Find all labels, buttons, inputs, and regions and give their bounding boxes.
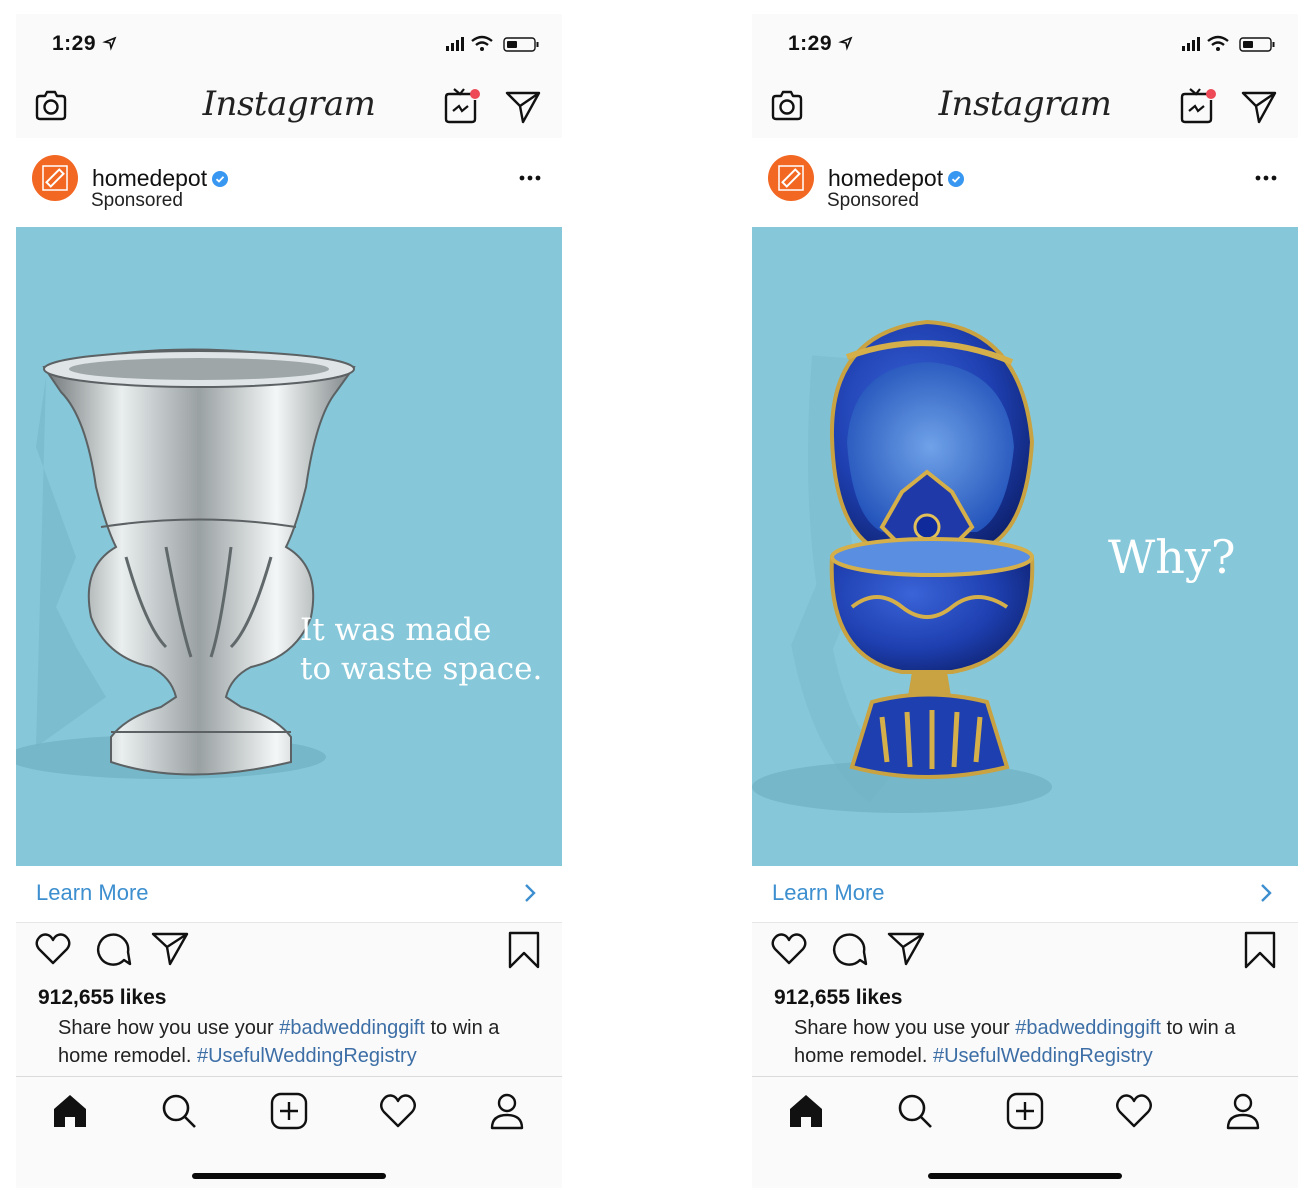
learn-more-link[interactable]: Learn More xyxy=(772,880,885,906)
crystal-urn-image xyxy=(16,348,356,779)
instagram-wordmark: Instagram xyxy=(938,84,1112,124)
home-icon[interactable] xyxy=(786,1091,826,1131)
search-icon[interactable] xyxy=(159,1091,199,1131)
instagram-wordmark: Instagram xyxy=(202,84,376,124)
username-row: homedepot xyxy=(92,165,229,192)
ad-image[interactable]: It was made to waste space. xyxy=(16,227,562,866)
more-icon[interactable] xyxy=(1252,172,1280,184)
username[interactable]: homedepot xyxy=(92,165,207,192)
top-bar: Instagram xyxy=(16,76,562,139)
learn-more-bar[interactable]: Learn More xyxy=(752,866,1298,923)
username[interactable]: homedepot xyxy=(828,165,943,192)
chevron-right-icon xyxy=(525,884,536,902)
hashtag-link[interactable]: #badweddinggift xyxy=(1015,1017,1161,1039)
bookmark-icon[interactable] xyxy=(1242,930,1278,970)
hashtag-link[interactable]: #badweddinggift xyxy=(279,1017,425,1039)
post-header: homedepot Sponsored xyxy=(752,138,1298,228)
more-icon[interactable] xyxy=(516,172,544,184)
activity-icon[interactable] xyxy=(1114,1091,1154,1131)
hashtag-link[interactable]: #UsefulWeddingRegistry xyxy=(933,1045,1153,1067)
ad-image[interactable]: Why? xyxy=(752,227,1298,866)
chevron-right-icon xyxy=(1261,884,1272,902)
add-icon[interactable] xyxy=(269,1091,309,1131)
share-icon[interactable] xyxy=(150,930,190,968)
direct-icon[interactable] xyxy=(1240,88,1278,126)
share-icon[interactable] xyxy=(886,930,926,968)
igtv-icon[interactable] xyxy=(1178,86,1218,126)
location-icon xyxy=(102,36,117,51)
caption: Share how you use your #badweddinggift t… xyxy=(794,1014,1274,1070)
likes-count[interactable]: 912,655 likes xyxy=(38,986,166,1010)
search-icon[interactable] xyxy=(895,1091,935,1131)
hashtag-link[interactable]: #UsefulWeddingRegistry xyxy=(197,1045,417,1067)
direct-icon[interactable] xyxy=(504,88,542,126)
signal-wifi-battery-icons xyxy=(446,35,539,52)
comment-icon[interactable] xyxy=(830,930,868,968)
homedepot-avatar[interactable] xyxy=(32,155,78,201)
phone-screen-left: 1:29 Instagram homedepot Sponsored It wa… xyxy=(16,14,562,1188)
post-actions xyxy=(752,930,1298,974)
verified-icon xyxy=(212,170,229,187)
bottom-tab-bar xyxy=(752,1076,1298,1149)
location-icon xyxy=(838,36,853,51)
ad-headline-line1: Why? xyxy=(1108,530,1236,584)
caption-text: Share how you use your xyxy=(794,1017,1016,1039)
ad-headline: It was made to waste space. xyxy=(300,611,542,689)
profile-icon[interactable] xyxy=(1223,1091,1263,1131)
username-row: homedepot xyxy=(828,165,965,192)
ad-headline: Why? xyxy=(1108,529,1236,587)
status-bar: 1:29 xyxy=(752,14,1298,76)
learn-more-bar[interactable]: Learn More xyxy=(16,866,562,923)
heart-icon[interactable] xyxy=(770,930,808,968)
caption-text: Share how you use your xyxy=(58,1017,280,1039)
sponsored-label: Sponsored xyxy=(91,190,183,211)
home-indicator[interactable] xyxy=(928,1173,1122,1179)
homedepot-avatar[interactable] xyxy=(768,155,814,201)
post-header: homedepot Sponsored xyxy=(16,138,562,228)
bottom-tab-bar xyxy=(16,1076,562,1149)
add-icon[interactable] xyxy=(1005,1091,1045,1131)
caption: Share how you use your #badweddinggift t… xyxy=(58,1014,538,1070)
camera-icon[interactable] xyxy=(32,87,70,125)
sponsored-label: Sponsored xyxy=(827,190,919,211)
profile-icon[interactable] xyxy=(487,1091,527,1131)
top-bar: Instagram xyxy=(752,76,1298,139)
status-time: 1:29 xyxy=(52,32,97,55)
camera-icon[interactable] xyxy=(768,87,806,125)
comment-icon[interactable] xyxy=(94,930,132,968)
likes-count[interactable]: 912,655 likes xyxy=(774,986,902,1010)
post-actions xyxy=(16,930,562,974)
igtv-icon[interactable] xyxy=(442,86,482,126)
verified-icon xyxy=(948,170,965,187)
status-time: 1:29 xyxy=(788,32,833,55)
heart-icon[interactable] xyxy=(34,930,72,968)
phone-screen-right: 1:29 Instagram homedepot Sponsored Why? … xyxy=(752,14,1298,1188)
learn-more-link[interactable]: Learn More xyxy=(36,880,149,906)
bookmark-icon[interactable] xyxy=(506,930,542,970)
activity-icon[interactable] xyxy=(378,1091,418,1131)
status-bar: 1:29 xyxy=(16,14,562,76)
home-icon[interactable] xyxy=(50,1091,90,1131)
ad-headline-line2: to waste space. xyxy=(300,650,543,687)
signal-wifi-battery-icons xyxy=(1182,35,1275,52)
home-indicator[interactable] xyxy=(192,1173,386,1179)
ad-headline-line1: It was made xyxy=(300,612,492,648)
